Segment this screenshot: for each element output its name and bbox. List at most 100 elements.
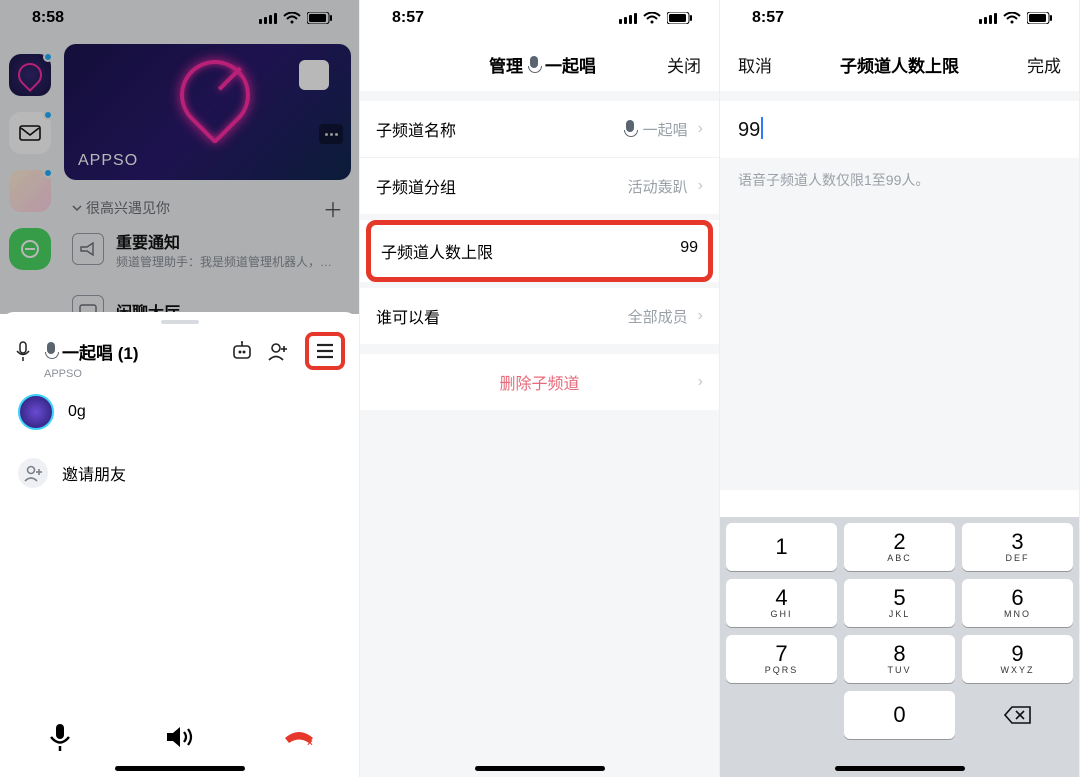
status-bar: 8:57 (360, 0, 719, 36)
row-channel-group[interactable]: 子频道分组 活动轰趴 › (360, 158, 719, 214)
status-icons (979, 12, 1053, 24)
status-icons (619, 12, 693, 24)
nav-title-suffix: 一起唱 (545, 52, 596, 77)
cellular-icon (619, 12, 637, 24)
key-0[interactable]: 0 (844, 691, 955, 739)
mic-icon (527, 56, 541, 74)
key-3[interactable]: 3DEF (962, 523, 1073, 571)
member-name: 0g (68, 403, 86, 421)
member-avatar (18, 394, 54, 430)
nav-bar: 管理 一起唱 关闭 (360, 36, 719, 91)
server-avatar-2[interactable] (9, 170, 51, 212)
highlight-menu-button (305, 332, 345, 370)
mic-icon (623, 120, 637, 138)
svg-text:×: × (307, 738, 313, 748)
cell-label: 子频道人数上限 (381, 239, 493, 263)
call-toolbar: × (0, 699, 359, 757)
member-row[interactable]: 0g (0, 380, 359, 444)
home-indicator[interactable] (115, 766, 245, 771)
chevron-right-icon: › (698, 373, 703, 391)
row-member-limit-highlighted[interactable]: 子频道人数上限 99 (366, 220, 713, 282)
chevron-right-icon: › (698, 120, 703, 138)
home-indicator[interactable] (835, 766, 965, 771)
key-9[interactable]: 9WXYZ (962, 635, 1073, 683)
speaker-icon[interactable] (159, 717, 199, 757)
key-7[interactable]: 7PQRS (726, 635, 837, 683)
status-icons (259, 12, 333, 24)
mail-icon (19, 125, 41, 141)
add-person-icon[interactable] (265, 338, 291, 364)
status-time: 8:57 (752, 9, 784, 27)
neon-logo-icon (165, 46, 264, 145)
cellular-icon (979, 12, 997, 24)
key-8[interactable]: 8TUV (844, 635, 955, 683)
add-channel-icon[interactable]: ＋ (323, 194, 343, 223)
sheet-title: 一起唱 (1) (62, 339, 139, 364)
key-5[interactable]: 5JKL (844, 579, 955, 627)
row-channel-name[interactable]: 子频道名称 一起唱 › (360, 101, 719, 158)
wifi-icon (643, 12, 661, 24)
key-6[interactable]: 6MNO (962, 579, 1073, 627)
status-time: 8:58 (32, 9, 64, 27)
status-bar: 8:57 (720, 0, 1079, 36)
more-icon[interactable] (319, 124, 343, 144)
list-section-header[interactable]: 很高兴遇见你 ＋ (72, 194, 343, 222)
cancel-button[interactable]: 取消 (738, 52, 772, 77)
hero-title: APPSO (78, 152, 138, 170)
invite-row[interactable]: 邀请朋友 (0, 444, 359, 502)
phone-screen-2: 8:57 管理 一起唱 关闭 子频道名称 一起唱 › 子频道分组 (360, 0, 720, 777)
mic-icon (44, 342, 58, 360)
limit-input-field[interactable]: 99 (720, 101, 1079, 158)
hangup-icon[interactable]: × (279, 717, 319, 757)
menu-icon[interactable] (312, 338, 338, 364)
wifi-icon (283, 12, 301, 24)
sheet-grabber[interactable] (161, 320, 199, 324)
sidebar-mail-icon[interactable] (9, 112, 51, 154)
nav-title: 子频道人数上限 (840, 52, 959, 77)
phone-screen-3: 8:57 取消 子频道人数上限 完成 99 语音子频道人数仅限1至99人。 1 … (720, 0, 1080, 777)
phone-screen-1: 8:58 APPSO (0, 0, 360, 777)
voice-channel-sheet: 一起唱 (1) APPSO 0g 邀请朋友 (0, 312, 359, 777)
megaphone-icon (72, 233, 104, 265)
numeric-keypad: 1 2ABC 3DEF 4GHI 5JKL 6MNO 7PQRS 8TUV 9W… (720, 517, 1079, 777)
key-1[interactable]: 1 (726, 523, 837, 571)
done-button[interactable]: 完成 (1027, 52, 1061, 77)
cell-label: 子频道分组 (376, 174, 456, 198)
item-subtitle: 频道管理助手：我是频道管理机器人，… (116, 253, 332, 270)
key-backspace[interactable] (962, 691, 1073, 739)
cell-value: 99 (680, 239, 698, 256)
row-visibility[interactable]: 谁可以看 全部成员 › (360, 288, 719, 344)
channel-hero-banner[interactable]: APPSO (64, 44, 351, 180)
add-person-icon (18, 458, 48, 488)
nav-title-prefix: 管理 (489, 52, 523, 77)
key-4[interactable]: 4GHI (726, 579, 837, 627)
section-title: 很高兴遇见你 (86, 198, 170, 218)
cell-value: 全部成员 (628, 306, 688, 327)
cell-label: 子频道名称 (376, 117, 456, 141)
home-indicator[interactable] (475, 766, 605, 771)
server-avatar-appso[interactable] (9, 54, 51, 96)
channel-item-announcement[interactable]: 重要通知 频道管理助手：我是频道管理机器人，… (72, 224, 347, 274)
cell-label: 谁可以看 (376, 304, 440, 328)
battery-icon (1027, 12, 1053, 24)
backspace-icon (1004, 705, 1032, 725)
text-cursor (761, 117, 763, 139)
close-button[interactable]: 关闭 (667, 52, 701, 77)
item-title: 重要通知 (116, 229, 332, 253)
chevron-right-icon: › (698, 177, 703, 195)
chevron-down-icon (72, 203, 82, 213)
server-avatar-3[interactable] (9, 228, 51, 270)
mic-icon[interactable] (40, 717, 80, 757)
nav-bar: 取消 子频道人数上限 完成 (720, 36, 1079, 91)
server-sidebar (0, 36, 60, 314)
delete-channel-button[interactable]: 删除子频道 › (360, 354, 719, 410)
battery-icon (307, 12, 333, 24)
invite-label: 邀请朋友 (62, 461, 126, 485)
input-value: 99 (738, 119, 760, 142)
robot-icon[interactable] (229, 338, 255, 364)
delete-label: 删除子频道 (499, 370, 579, 394)
key-2[interactable]: 2ABC (844, 523, 955, 571)
link-icon (19, 238, 41, 260)
status-bar: 8:58 (0, 0, 359, 36)
mic-outline-icon (12, 340, 34, 362)
